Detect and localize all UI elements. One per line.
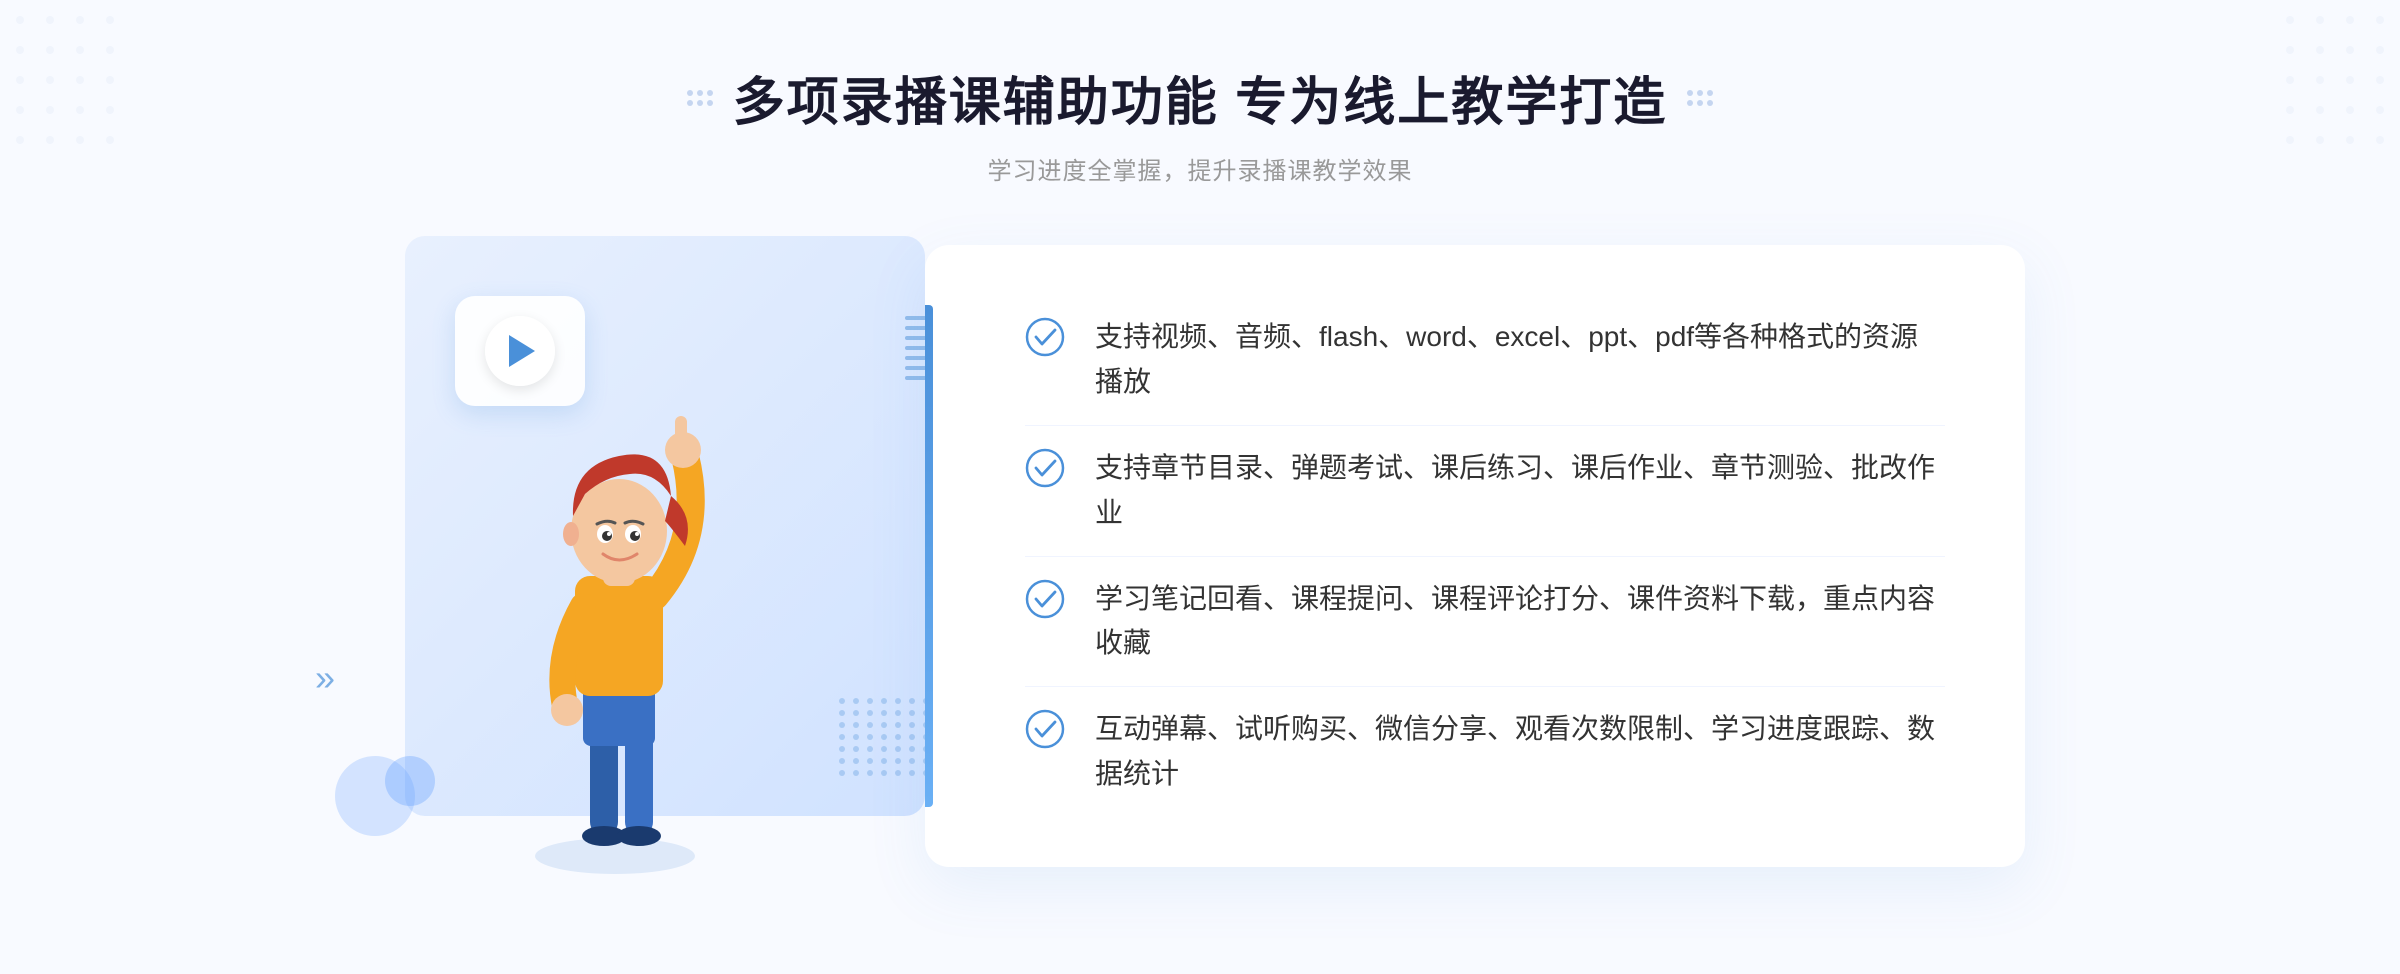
page-container: // dots grid — [0, 0, 2400, 974]
main-content: » — [0, 236, 2400, 876]
page-subtitle: 学习进度全掌握，提升录播课教学效果 — [687, 151, 1713, 186]
check-icon-1 — [1025, 317, 1065, 357]
header-section: 多项录播课辅助功能 专为线上教学打造 学习进度全掌握，提升录播课教学效果 — [687, 0, 1713, 186]
left-illustration: » — [375, 236, 955, 876]
chevron-decoration: » — [315, 660, 335, 696]
dots-right — [1687, 90, 1713, 106]
feature-item-2: 支持章节目录、弹题考试、课后练习、课后作业、章节测验、批改作业 — [1025, 426, 1945, 557]
play-triangle-icon — [509, 335, 535, 367]
feature-item-1: 支持视频、音频、flash、word、excel、ppt、pdf等各种格式的资源… — [1025, 295, 1945, 426]
title-row: 多项录播课辅助功能 专为线上教学打造 — [687, 60, 1713, 135]
dots-left — [687, 90, 713, 106]
feature-text-4: 互动弹幕、试听购买、微信分享、观看次数限制、学习进度跟踪、数据统计 — [1095, 707, 1945, 797]
check-icon-3 — [1025, 579, 1065, 619]
person-illustration — [475, 376, 755, 876]
page-title: 多项录播课辅助功能 专为线上教学打造 — [733, 60, 1667, 135]
feature-item-4: 互动弹幕、试听购买、微信分享、观看次数限制、学习进度跟踪、数据统计 — [1025, 687, 1945, 817]
check-icon-2 — [1025, 448, 1065, 488]
check-icon-4 — [1025, 709, 1065, 749]
feature-text-2: 支持章节目录、弹题考试、课后练习、课后作业、章节测验、批改作业 — [1095, 446, 1945, 536]
deco-circles-left — [335, 716, 455, 836]
feature-item-3: 学习笔记回看、课程提问、课程评论打分、课件资料下载，重点内容收藏 — [1025, 557, 1945, 688]
feature-text-3: 学习笔记回看、课程提问、课程评论打分、课件资料下载，重点内容收藏 — [1095, 577, 1945, 667]
feature-text-1: 支持视频、音频、flash、word、excel、ppt、pdf等各种格式的资源… — [1095, 315, 1945, 405]
right-panel: 支持视频、音频、flash、word、excel、ppt、pdf等各种格式的资源… — [925, 245, 2025, 866]
